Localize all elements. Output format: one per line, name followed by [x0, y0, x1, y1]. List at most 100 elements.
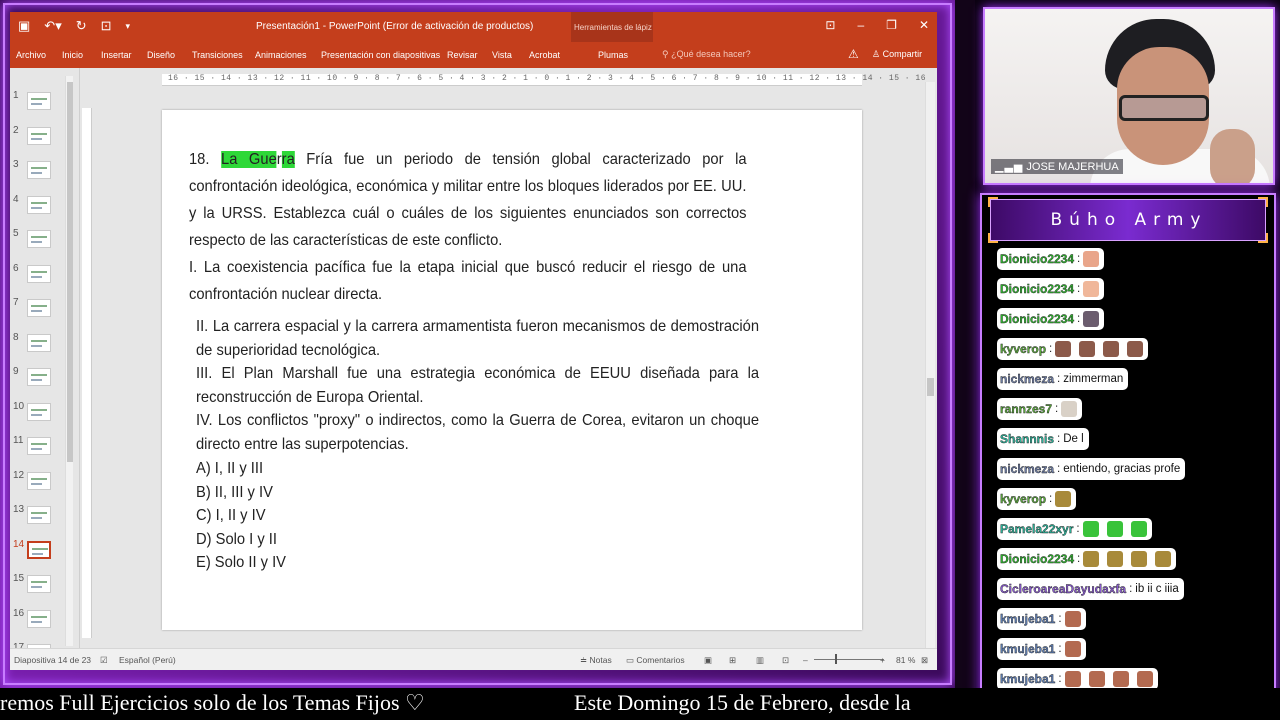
slide-thumbnail-preview [27, 402, 51, 421]
question-text-block[interactable]: 18. La Guerra Fría fue un periodo de ten… [189, 146, 747, 308]
statement-2: II. La carrera espacial y la carrera arm… [196, 318, 760, 359]
chat-header-corner [988, 233, 998, 243]
chat-username[interactable]: kmujeba1 [1000, 642, 1056, 656]
ribbon-options-icon[interactable]: ⊡ [825, 18, 835, 32]
save-icon[interactable]: ▣ [18, 18, 30, 34]
slide-canvas[interactable]: 18. La Guerra Fría fue un periodo de ten… [162, 110, 862, 630]
chat-separator: : [1058, 643, 1062, 655]
chat-username[interactable]: rannzes7 [1000, 402, 1052, 416]
chat-separator: : [1077, 313, 1081, 325]
chat-message: Dionicio2234: [997, 548, 1177, 570]
tab-inicio[interactable]: Inicio [62, 50, 83, 60]
slide-scrollbar[interactable] [925, 82, 935, 648]
slide-thumbnail-number: 13 [13, 504, 25, 515]
spellcheck-icon[interactable]: ☑ [100, 655, 108, 666]
chat-username[interactable]: Shannnis [1000, 432, 1054, 446]
slide-thumbnail-number: 14 [13, 538, 25, 550]
chat-emote-icon [1106, 521, 1123, 537]
slide-thumbnail-number: 1 [13, 90, 19, 101]
chat-username[interactable]: Dionicio2234 [1000, 552, 1074, 566]
powerpoint-window: ▣ ↶▾ ↻ ⊡ ▾ Presentación1 - PowerPoint (E… [10, 12, 937, 670]
statements-block[interactable]: II. La carrera espacial y la carrera arm… [196, 315, 759, 456]
ribbon-tabs: Archivo Inicio Insertar Diseño Transicio… [10, 42, 937, 68]
tab-animaciones[interactable]: Animaciones [255, 50, 307, 60]
tab-presentacion[interactable]: Presentación con diapositivas [321, 50, 440, 60]
chat-message: CicleroareaDayudaxfa: ib ii c iiia [997, 578, 1184, 600]
slide-thumbnail-number: 16 [13, 607, 25, 619]
slide-thumbnail-pane: 1234567891011121314151617 [10, 68, 80, 662]
tab-revisar[interactable]: Revisar [447, 50, 478, 60]
tab-vista[interactable]: Vista [492, 50, 512, 60]
tab-diseno[interactable]: Diseño [147, 50, 175, 60]
context-tab-title: Herramientas de lápiz [574, 23, 652, 32]
tell-me-search[interactable]: ⚲ ¿Qué desea hacer? [662, 49, 751, 60]
share-button[interactable]: ♙ Compartir [872, 49, 922, 60]
chat-separator: : [1057, 433, 1061, 445]
undo-icon[interactable]: ↶▾ [44, 18, 61, 34]
chat-username[interactable]: kyverop [1000, 492, 1046, 506]
tab-insertar[interactable]: Insertar [101, 50, 132, 60]
chat-username[interactable]: nickmeza [1000, 372, 1054, 386]
tab-archivo[interactable]: Archivo [16, 50, 46, 60]
chat-username[interactable]: kmujeba1 [1000, 672, 1056, 686]
fit-to-window-icon[interactable]: ⊠ [921, 655, 928, 666]
highlight-1: La Gue [221, 151, 277, 168]
chat-username[interactable]: Dionicio2234 [1000, 282, 1074, 296]
chat-username[interactable]: kyverop [1000, 342, 1046, 356]
tab-transiciones[interactable]: Transiciones [192, 50, 243, 60]
webcam-person-hand [1210, 129, 1255, 183]
chat-message: kmujeba1: [997, 638, 1086, 660]
chat-emote-icon [1055, 491, 1072, 507]
close-button[interactable]: ✕ [919, 18, 929, 32]
chat-username[interactable]: Dionicio2234 [1000, 252, 1074, 266]
chat-username[interactable]: Pamela22xyr [1000, 522, 1074, 536]
slide-thumbnail-number: 11 [13, 435, 24, 446]
chat-separator: : [1058, 613, 1062, 625]
chat-emote-icon [1061, 401, 1078, 417]
chat-separator: : [1077, 553, 1081, 565]
webcam-overlay: ▁▃▅ JOSE MAJERHUA [983, 7, 1275, 185]
title-bar: ▣ ↶▾ ↻ ⊡ ▾ Presentación1 - PowerPoint (E… [10, 12, 937, 68]
statement-4: IV. Los conflictos "proxy" o indirectos,… [196, 412, 760, 453]
chat-emote-icon [1083, 551, 1100, 567]
slide-thumbnail-number: 2 [13, 124, 19, 136]
present-icon[interactable]: ⊡ [101, 18, 112, 34]
chat-username[interactable]: CicleroareaDayudaxfa [1000, 582, 1126, 596]
chat-username[interactable]: nickmeza [1000, 462, 1054, 476]
slide-thumbnail-number: 4 [13, 193, 19, 205]
zoom-slider[interactable] [814, 659, 884, 660]
option-b: B) II, III y IV [196, 483, 273, 501]
answer-options[interactable]: A) I, II y III B) II, III y IV C) I, II … [196, 457, 286, 575]
minimize-button[interactable]: – [857, 18, 864, 32]
chat-emote-icon [1112, 671, 1129, 687]
redo-icon[interactable]: ↻ [76, 18, 87, 34]
chat-emote-icon [1131, 551, 1148, 567]
reading-view-icon[interactable]: ▥ [756, 655, 764, 666]
zoom-slider-thumb[interactable] [835, 654, 837, 664]
slideshow-view-icon[interactable]: ⊡ [782, 655, 789, 666]
slide-thumbnail-preview [27, 333, 51, 352]
quick-access-toolbar: ▣ ↶▾ ↻ ⊡ ▾ [18, 18, 130, 34]
chat-username[interactable]: Dionicio2234 [1000, 312, 1074, 326]
warning-icon[interactable]: ⚠ [848, 47, 859, 61]
comments-button[interactable]: ▭ Comentarios [626, 655, 685, 666]
tab-acrobat[interactable]: Acrobat [529, 50, 560, 60]
window-title: Presentación1 - PowerPoint (Error de act… [256, 21, 534, 32]
sorter-view-icon[interactable]: ⊞ [729, 655, 736, 666]
zoom-level[interactable]: 81 % [896, 655, 915, 665]
tab-plumas[interactable]: Plumas [598, 50, 628, 60]
ticker-text-left: remos Full Ejercicios solo de los Temas … [0, 690, 425, 715]
statement-3: III. El Plan Marshall fue una estrategia… [196, 365, 760, 406]
language-indicator[interactable]: Español (Perú) [119, 655, 176, 665]
chat-username[interactable]: kmujeba1 [1000, 612, 1056, 626]
normal-view-icon[interactable]: ▣ [704, 655, 712, 666]
chat-message: kmujeba1: [997, 668, 1158, 690]
signal-bars-icon: ▁▃▅ [995, 161, 1024, 173]
customize-qat-icon[interactable]: ▾ [126, 21, 131, 32]
maximize-button[interactable]: ❐ [886, 18, 897, 32]
zoom-out-button[interactable]: – [803, 655, 808, 665]
zoom-in-button[interactable]: + [880, 655, 885, 665]
chat-separator: : [1049, 343, 1053, 355]
notes-button[interactable]: ≐ Notas [580, 655, 612, 666]
thumbnail-scrollbar[interactable] [65, 76, 73, 646]
